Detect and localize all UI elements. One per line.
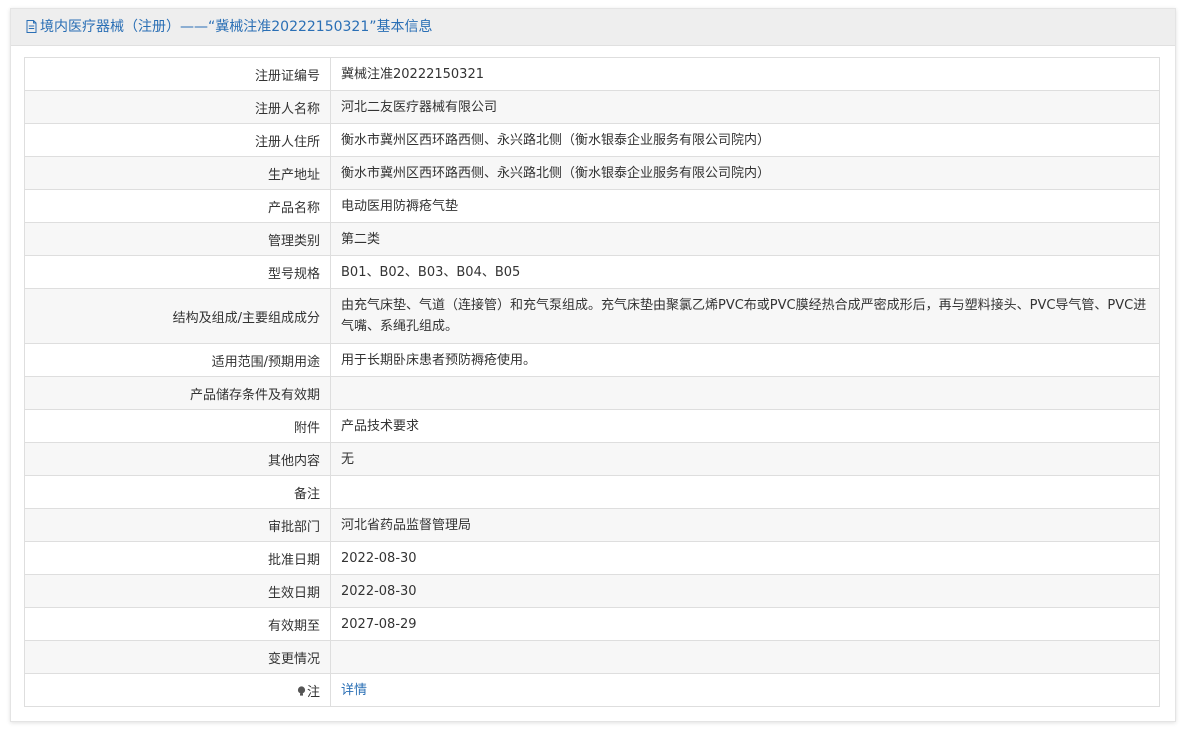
row-label: 产品名称 [24, 189, 331, 223]
page-title: 境内医疗器械（注册）——“冀械注准20222150321”基本信息 [40, 19, 433, 35]
row-label: 型号规格 [24, 255, 331, 289]
document-icon [26, 20, 37, 33]
row-value: 用于长期卧床患者预防褥疮使用。 [330, 343, 1160, 377]
row-value: 由充气床垫、气道（连接管）和充气泵组成。充气床垫由聚氯乙烯PVC布或PVC膜经热… [330, 288, 1160, 344]
info-table: 注册证编号 冀械注准20222150321 注册人名称 河北二友医疗器械有限公司 注册人… [24, 57, 1160, 707]
table-row: 注册人名称 河北二友医疗器械有限公司 [24, 90, 1160, 124]
row-value: 第二类 [330, 222, 1160, 256]
row-label: 变更情况 [24, 640, 331, 674]
row-label: 注册人住所 [24, 123, 331, 157]
row-value: 河北二友医疗器械有限公司 [330, 90, 1160, 124]
table-row: 管理类别 第二类 [24, 222, 1160, 256]
row-label: 适用范围/预期用途 [24, 343, 331, 377]
note-label: 注 [306, 684, 320, 700]
table-row: 生效日期 2022-08-30 [24, 574, 1160, 608]
table-row: 审批部门 河北省药品监督管理局 [24, 508, 1160, 542]
table-row: 批准日期 2022-08-30 [24, 541, 1160, 575]
table-row: 附件 产品技术要求 [24, 409, 1160, 443]
table-row: 生产地址 衡水市冀州区西环路西侧、永兴路北侧（衡水银泰企业服务有限公司院内） [24, 156, 1160, 190]
row-label: 生产地址 [24, 156, 331, 190]
table-row: 变更情况 [24, 640, 1160, 674]
table-row: 结构及组成/主要组成成分 由充气床垫、气道（连接管）和充气泵组成。充气床垫由聚氯乙… [24, 288, 1160, 344]
row-value [330, 640, 1160, 674]
row-value: 河北省药品监督管理局 [330, 508, 1160, 542]
table-row: 型号规格 B01、B02、B03、B04、B05 [24, 255, 1160, 289]
row-value: 冀械注准20222150321 [330, 57, 1160, 91]
table-row: 产品名称 电动医用防褥疮气垫 [24, 189, 1160, 223]
note-value-cell: 详情 [330, 673, 1160, 707]
table-row: 有效期至 2027-08-29 [24, 607, 1160, 641]
row-label: 注册人名称 [24, 90, 331, 124]
table-row: 适用范围/预期用途 用于长期卧床患者预防褥疮使用。 [24, 343, 1160, 377]
row-label: 审批部门 [24, 508, 331, 542]
table-row: 注册证编号 冀械注准20222150321 [24, 57, 1160, 91]
info-panel: 境内医疗器械（注册）——“冀械注准20222150321”基本信息 注册证编号冀… [10, 8, 1176, 722]
row-label: 其他内容 [24, 442, 331, 476]
note-label-cell: 注 [24, 673, 331, 707]
row-value: 2027-08-29 [330, 607, 1160, 641]
row-label: 备注 [24, 475, 331, 509]
panel-header: 境内医疗器械（注册）——“冀械注准20222150321”基本信息 [11, 9, 1175, 46]
row-label: 结构及组成/主要组成成分 [24, 288, 331, 344]
row-value: 衡水市冀州区西环路西侧、永兴路北侧（衡水银泰企业服务有限公司院内） [330, 123, 1160, 157]
row-label: 管理类别 [24, 222, 331, 256]
details-link[interactable]: 详情 [341, 683, 367, 698]
table-row: 其他内容无 [24, 442, 1160, 476]
row-label: 产品储存条件及有效期 [24, 376, 331, 410]
table-row: 注册人住所 衡水市冀州区西环路西侧、永兴路北侧（衡水银泰企业服务有限公司院内） [24, 123, 1160, 157]
row-label: 注册证编号 [24, 57, 331, 91]
row-value [330, 475, 1160, 509]
row-value: 产品技术要求 [330, 409, 1160, 443]
row-value: 2022-08-30 [330, 574, 1160, 608]
row-label: 有效期至 [24, 607, 331, 641]
row-value [330, 376, 1160, 410]
table-row: 产品储存条件及有效期 [24, 376, 1160, 410]
row-value: 无 [330, 442, 1160, 476]
row-label: 附件 [24, 409, 331, 443]
note-row: 注 详情 [24, 673, 1160, 707]
row-label: 批准日期 [24, 541, 331, 575]
row-value: 电动医用防褥疮气垫 [330, 189, 1160, 223]
row-label: 生效日期 [24, 574, 331, 608]
bulb-icon [297, 685, 306, 696]
row-value: 衡水市冀州区西环路西侧、永兴路北侧（衡水银泰企业服务有限公司院内） [330, 156, 1160, 190]
table-row: 备注 [24, 475, 1160, 509]
row-value: B01、B02、B03、B04、B05 [330, 255, 1160, 289]
row-value: 2022-08-30 [330, 541, 1160, 575]
